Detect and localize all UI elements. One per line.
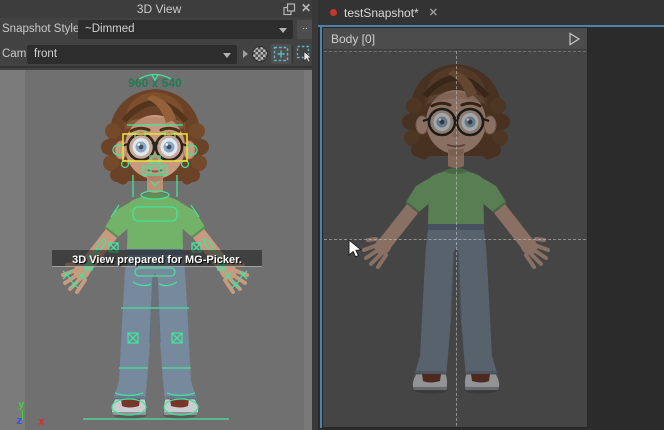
picker-panel: testSnapshot* ✕ Body [0] xyxy=(318,0,664,430)
panel-title: 3D View xyxy=(0,2,318,16)
modified-dot-icon xyxy=(330,9,337,16)
toolbar-separator xyxy=(292,46,293,63)
tab-testsnapshot[interactable]: testSnapshot* ✕ xyxy=(324,0,444,25)
expand-arrow-icon[interactable] xyxy=(243,50,248,58)
tab-close-icon[interactable]: ✕ xyxy=(429,6,438,19)
axis-gizmo: y z x xyxy=(0,398,60,430)
3d-view-titlebar[interactable]: 3D View ✕ xyxy=(0,0,318,18)
snapshot-capture-button[interactable] xyxy=(271,44,291,64)
camera-row: Cam front xyxy=(0,41,318,68)
axis-z-label: z xyxy=(16,414,23,427)
snapshot-capture-icon xyxy=(271,44,291,64)
chevron-down-icon xyxy=(279,28,287,33)
play-arrow-icon[interactable] xyxy=(567,32,581,46)
checker-sphere-icon[interactable] xyxy=(252,46,268,62)
mg-picker-app: 3D View ✕ Snapshot Style ~Dimmed .. Cam … xyxy=(0,0,664,430)
3d-viewport[interactable]: 960 x 540 3D View prepared for MG-Picker… xyxy=(0,70,312,430)
snapshot-top-guide xyxy=(324,51,586,52)
3d-view-panel: 3D View ✕ Snapshot Style ~Dimmed .. Cam … xyxy=(0,0,318,430)
float-window-icon[interactable] xyxy=(283,3,296,16)
viewport-right-band xyxy=(304,70,312,430)
axis-x-label: x xyxy=(38,415,45,428)
snapshot-style-dropdown[interactable]: ~Dimmed xyxy=(78,20,293,39)
horizontal-guide-line xyxy=(324,239,586,240)
snapshot-style-label: Snapshot Style xyxy=(2,23,79,35)
mouse-cursor-icon xyxy=(348,239,362,259)
body-picker-box: Body [0] xyxy=(322,27,588,428)
viewport-left-band xyxy=(0,70,25,430)
cam-label: Cam xyxy=(2,48,26,60)
snapshot-view[interactable] xyxy=(324,51,586,426)
camera-value: front xyxy=(34,48,57,60)
body-header-label: Body [0] xyxy=(331,32,375,46)
close-panel-icon[interactable]: ✕ xyxy=(299,1,313,16)
snapshot-style-more-button[interactable]: .. xyxy=(297,20,313,39)
snapshot-style-value: ~Dimmed xyxy=(85,23,135,35)
chevron-down-icon xyxy=(223,53,231,58)
viewport-banner: 3D View prepared for MG-Picker. xyxy=(52,250,262,267)
tab-label: testSnapshot* xyxy=(344,6,419,20)
banner-text: 3D View prepared for MG-Picker. xyxy=(72,254,242,266)
camera-dropdown[interactable]: front xyxy=(27,45,237,64)
body-header[interactable]: Body [0] xyxy=(323,28,587,50)
picker-tabbar: testSnapshot* ✕ xyxy=(318,0,664,25)
snapshot-style-row: Snapshot Style ~Dimmed .. xyxy=(0,18,318,41)
